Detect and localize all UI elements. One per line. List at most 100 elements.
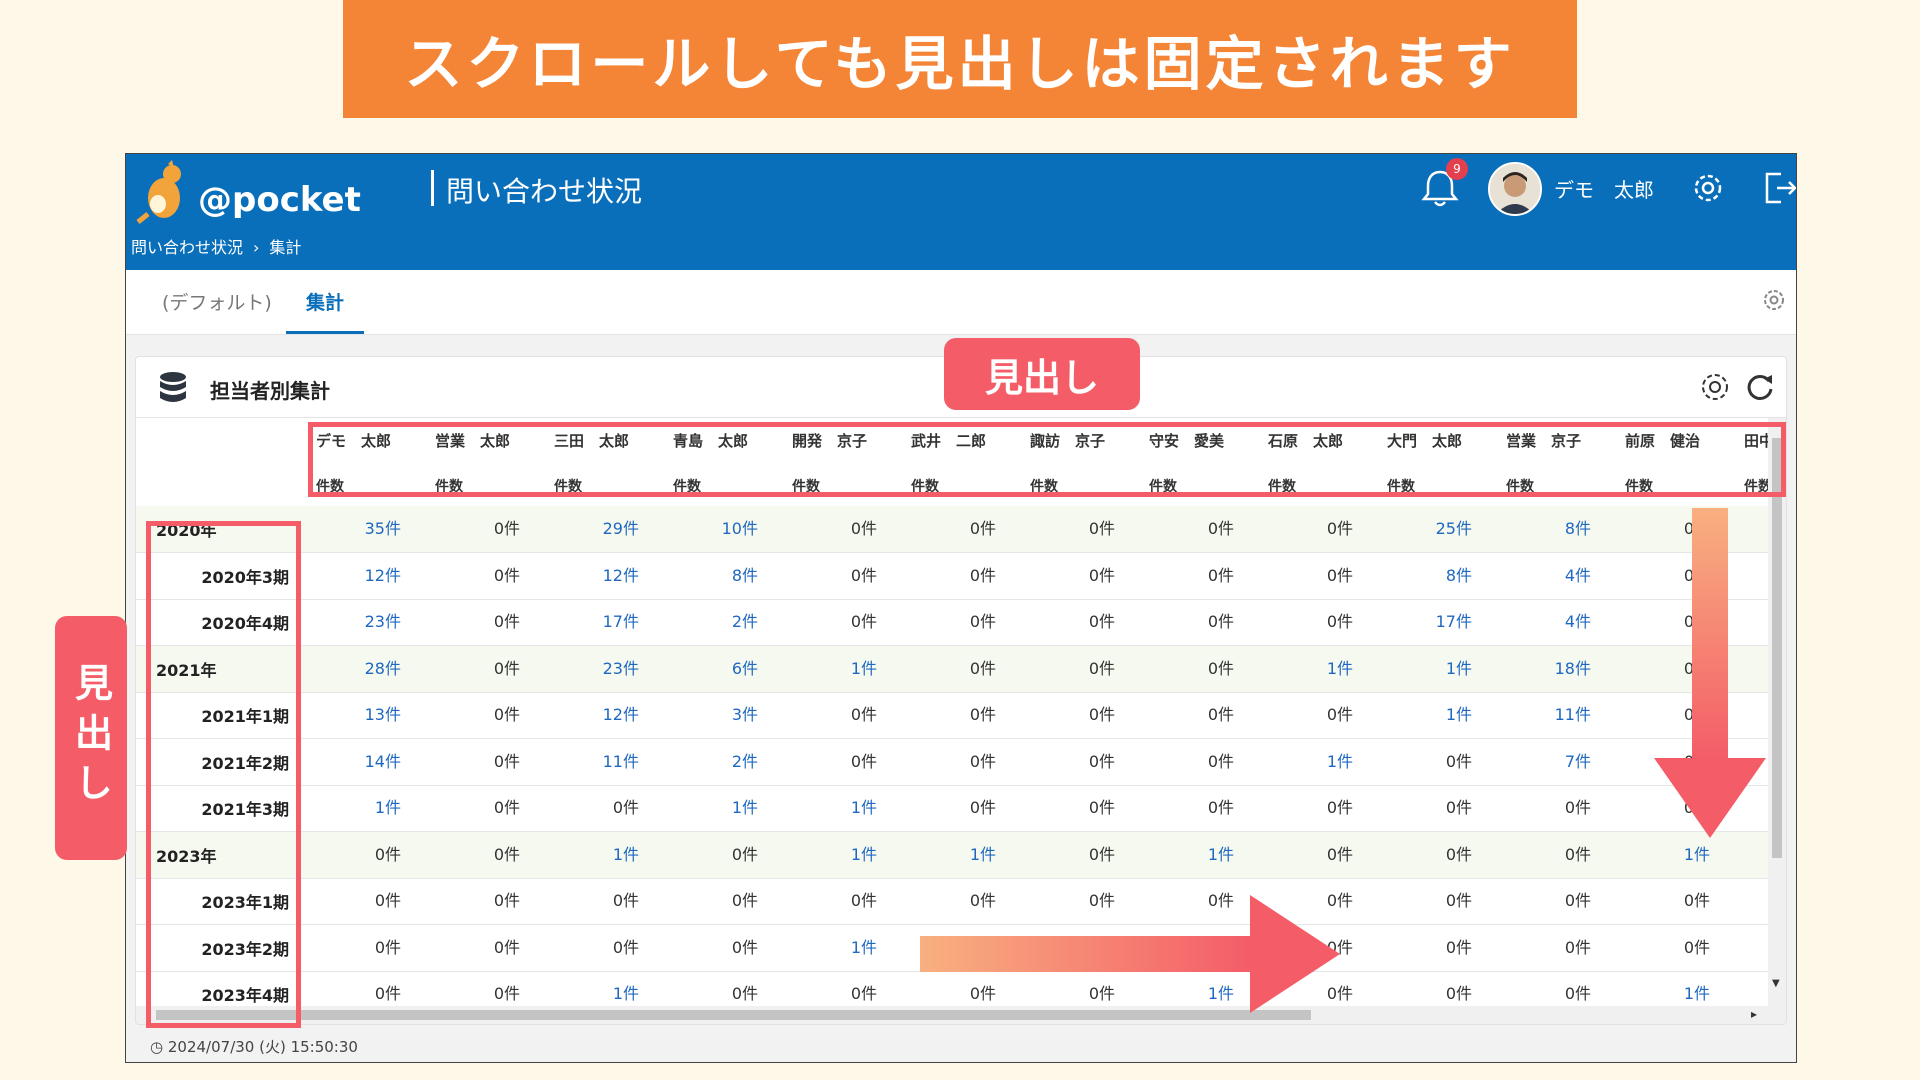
table-cell[interactable]: 1件 xyxy=(901,832,996,878)
table-cell[interactable]: 25件 xyxy=(1377,506,1472,552)
table-cell[interactable]: 11件 xyxy=(544,739,639,785)
table-cell: 0件 xyxy=(1207,519,1234,538)
table-cell: 0件 xyxy=(1088,658,1115,678)
table-cell[interactable]: 12件 xyxy=(544,692,639,738)
tab-settings-gear-icon[interactable] xyxy=(1760,286,1788,314)
table-cell[interactable]: 1件 xyxy=(1258,739,1353,785)
table-row: 2023年 0件 0件 1件 0件 1件 1件 0件 1件 0件 0件 0件 1件 xyxy=(136,831,1768,879)
breadcrumb: 問い合わせ状況 › 集計 xyxy=(131,234,311,258)
card-settings-gear-icon[interactable] xyxy=(1697,369,1733,405)
scroll-down-arrow-icon[interactable]: ▼ xyxy=(1772,978,1780,989)
table-cell[interactable]: 17件 xyxy=(1377,599,1472,645)
table-cell: 0件 xyxy=(493,798,520,817)
table-cell: 0件 xyxy=(493,751,520,771)
table-cell[interactable]: 2件 xyxy=(663,739,758,785)
table-cell: 0件 xyxy=(850,705,877,724)
table-cell: 0件 xyxy=(850,519,877,538)
tab-summary[interactable]: 集計 xyxy=(286,282,365,334)
table-cell[interactable]: 1件 xyxy=(782,646,877,692)
table-cell: 0件 xyxy=(612,798,639,817)
table-cell[interactable]: 12件 xyxy=(306,553,401,599)
table-cell: 0件 xyxy=(1564,937,1591,957)
table-row: 2020年4期23件0件17件2件0件0件0件0件0件17件4件0件 xyxy=(136,599,1768,646)
table-cell[interactable]: 14件 xyxy=(306,739,401,785)
table-cell[interactable]: 1件 xyxy=(1615,832,1710,878)
table-cell[interactable]: 6件 xyxy=(663,646,758,692)
table-cell[interactable]: 1件 xyxy=(1258,646,1353,692)
table-cell[interactable]: 1件 xyxy=(782,785,877,831)
table-cell: 0件 xyxy=(374,844,401,864)
table-cell: 0件 xyxy=(969,519,996,538)
table-cell[interactable]: 35件 xyxy=(306,506,401,552)
table-cell[interactable]: 13件 xyxy=(306,692,401,738)
table-cell: 0件 xyxy=(731,937,758,957)
vertical-scroll-thumb[interactable] xyxy=(1772,438,1782,858)
column-header-highlight xyxy=(308,422,1786,497)
table-cell[interactable]: 2件 xyxy=(663,599,758,645)
table-cell: 0件 xyxy=(1088,705,1115,724)
breadcrumb-item-status[interactable]: 問い合わせ状況 xyxy=(131,238,243,257)
table-cell: 0件 xyxy=(1326,844,1353,864)
database-icon xyxy=(160,372,186,402)
table-cell[interactable]: 8件 xyxy=(1496,506,1591,552)
table-cell: 0件 xyxy=(1326,612,1353,631)
table-cell: 0件 xyxy=(1445,891,1472,910)
table-cell: 0件 xyxy=(1326,705,1353,724)
table-cell: 0件 xyxy=(1683,937,1710,957)
table-cell: 0件 xyxy=(1445,751,1472,771)
table-cell: 0件 xyxy=(969,565,996,585)
table-cell: 0件 xyxy=(1326,565,1353,585)
table-cell[interactable]: 17件 xyxy=(544,599,639,645)
page-title: 問い合わせ状況 xyxy=(446,175,643,208)
table-cell: 0件 xyxy=(969,705,996,724)
table-cell: 0件 xyxy=(850,565,877,585)
scroll-down-arrow xyxy=(1654,508,1766,838)
scroll-right-arrow-icon[interactable]: ▸ xyxy=(1751,1007,1757,1021)
table-cell[interactable]: 1件 xyxy=(663,785,758,831)
app-header: @pocket 問い合わせ状況 › 集計 問い合わせ状況 9 デモ 太郎 xyxy=(126,154,1796,270)
table-cell[interactable]: 28件 xyxy=(306,646,401,692)
breadcrumb-separator: › xyxy=(253,238,260,257)
table-cell[interactable]: 8件 xyxy=(1377,553,1472,599)
table-cell: 0件 xyxy=(969,658,996,678)
timestamp-text: 2024/07/30 (火) 15:50:30 xyxy=(167,1038,358,1056)
table-cell[interactable]: 23件 xyxy=(544,646,639,692)
table-cell: 0件 xyxy=(969,612,996,631)
logout-icon[interactable] xyxy=(1761,168,1797,208)
table-cell[interactable]: 1件 xyxy=(1377,692,1472,738)
table-cell[interactable]: 3件 xyxy=(663,692,758,738)
vertical-scrollbar[interactable]: ▼ xyxy=(1768,418,1786,1024)
table-cell[interactable]: 4件 xyxy=(1496,599,1591,645)
table-cell: 0件 xyxy=(1088,612,1115,631)
breadcrumb-item-summary[interactable]: 集計 xyxy=(269,238,301,257)
table-cell[interactable]: 1件 xyxy=(782,832,877,878)
tab-default[interactable]: (デフォルト) xyxy=(142,282,292,331)
refresh-icon[interactable] xyxy=(1742,369,1778,405)
headline-banner: スクロールしても見出しは固定されます xyxy=(343,0,1577,118)
table-cell[interactable]: 23件 xyxy=(306,599,401,645)
table-row: 2020年3期12件0件12件8件0件0件0件0件0件8件4件0件 xyxy=(136,553,1768,600)
table-cell: 0件 xyxy=(493,658,520,678)
table-cell[interactable]: 8件 xyxy=(663,553,758,599)
table-cell[interactable]: 7件 xyxy=(1496,739,1591,785)
table-cell: 0件 xyxy=(1207,658,1234,678)
table-cell[interactable]: 4件 xyxy=(1496,553,1591,599)
table-cell: 0件 xyxy=(493,844,520,864)
table-cell[interactable]: 1件 xyxy=(544,832,639,878)
table-cell: 0件 xyxy=(1564,844,1591,864)
table-cell[interactable]: 11件 xyxy=(1496,692,1591,738)
table-cell[interactable]: 10件 xyxy=(663,506,758,552)
avatar[interactable] xyxy=(1488,162,1542,216)
card-title: 担当者別集計 xyxy=(210,379,330,403)
table-cell[interactable]: 29件 xyxy=(544,506,639,552)
table-cell[interactable]: 1件 xyxy=(1139,832,1234,878)
table-cell[interactable]: 12件 xyxy=(544,553,639,599)
user-name[interactable]: デモ 太郎 xyxy=(1554,174,1654,203)
table-cell[interactable]: 1件 xyxy=(782,925,877,971)
logo[interactable]: @pocket xyxy=(134,160,364,230)
table-cell: 0件 xyxy=(1207,612,1234,631)
gear-icon[interactable] xyxy=(1688,168,1728,208)
table-cell[interactable]: 18件 xyxy=(1496,646,1591,692)
table-cell[interactable]: 1件 xyxy=(306,785,401,831)
table-cell[interactable]: 1件 xyxy=(1377,646,1472,692)
